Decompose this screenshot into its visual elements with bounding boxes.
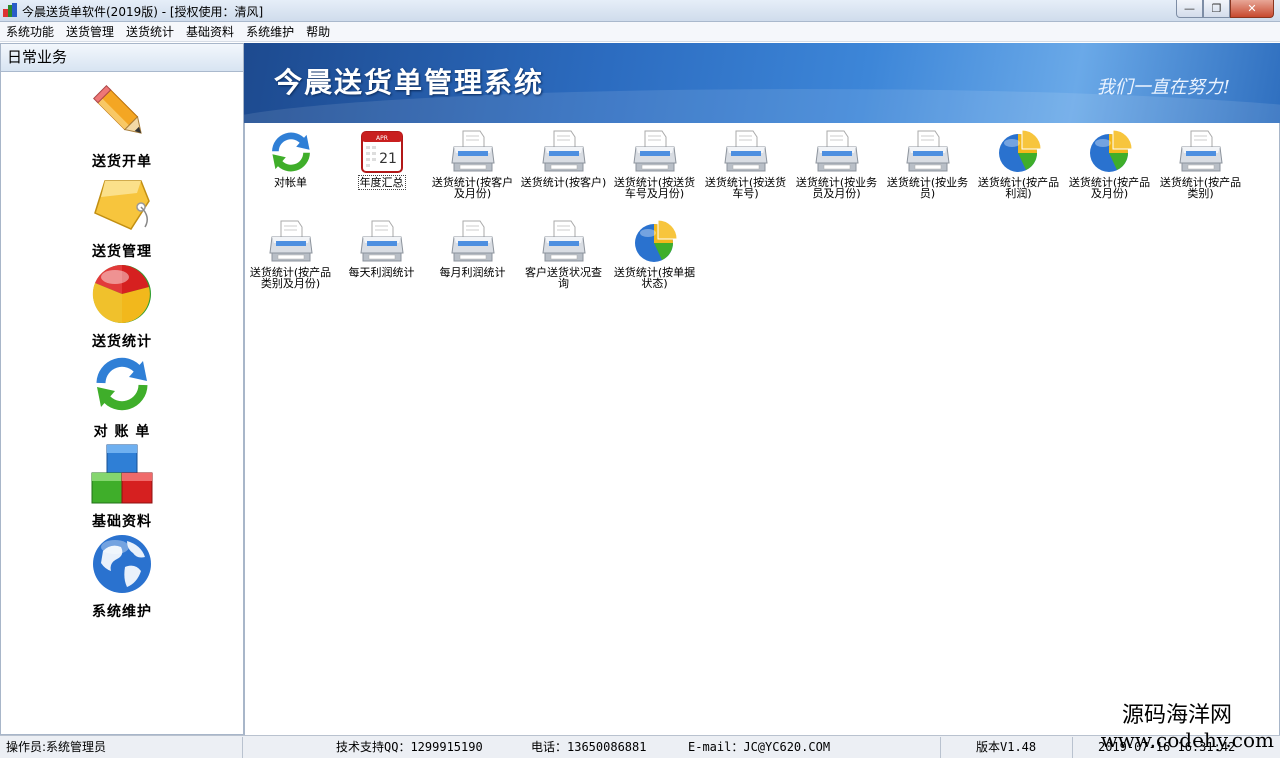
nav-item-label: 基础资料 bbox=[92, 514, 152, 530]
nav-item-label: 系统维护 bbox=[92, 604, 152, 620]
tile-label: 年度汇总 bbox=[338, 175, 425, 190]
printer-icon bbox=[723, 129, 769, 175]
maximize-button[interactable]: ❐ bbox=[1203, 0, 1230, 18]
refresh-icon bbox=[272, 132, 310, 172]
status-version: 版本V1.48 bbox=[976, 740, 1037, 754]
tile-label: 送货统计(按业务员及月份) bbox=[795, 176, 878, 200]
printer-icon bbox=[541, 219, 587, 265]
status-support-qq: 技术支持QQ：1299915190 bbox=[336, 740, 483, 754]
tile-label: 每月利润统计 bbox=[439, 266, 506, 279]
refresh-icon bbox=[96, 357, 148, 411]
tile-stats-customer[interactable]: 送货统计(按客户) bbox=[518, 125, 609, 211]
pie-ball-icon bbox=[92, 264, 151, 324]
printer-icon bbox=[905, 129, 951, 175]
watermark-name: 源码海洋网 bbox=[1121, 703, 1232, 728]
printer-icon bbox=[450, 129, 496, 175]
tile-annual-summary[interactable]: APR 21 年度汇总 bbox=[336, 125, 427, 211]
pie-chart-icon bbox=[996, 129, 1042, 175]
tile-label: 客户送货状况查询 bbox=[525, 266, 602, 290]
tile-stats-salesman[interactable]: 送货统计(按业务员) bbox=[882, 125, 973, 211]
tile-stats-customer-month[interactable]: 送货统计(按客户及月份) bbox=[427, 125, 518, 211]
tile-stats-vehicle[interactable]: 送货统计(按送货车号) bbox=[700, 125, 791, 211]
tile-label-text: 年度汇总 bbox=[357, 175, 406, 190]
nav-item-system-maintenance[interactable]: 系统维护 bbox=[1, 533, 243, 621]
pencil-icon bbox=[93, 85, 142, 134]
tile-stats-product-category[interactable]: 送货统计(按产品类别) bbox=[1155, 125, 1246, 211]
printer-icon bbox=[268, 219, 314, 265]
tile-label: 对帐单 bbox=[274, 176, 307, 189]
app-icon bbox=[3, 3, 17, 17]
menu-system-functions[interactable]: 系统功能 bbox=[0, 22, 60, 41]
printer-icon bbox=[632, 129, 678, 175]
tile-label: 送货统计(按产品利润) bbox=[977, 176, 1060, 200]
tile-stats-document-status[interactable]: 送货统计(按单据状态) bbox=[609, 215, 700, 301]
left-panel-header: 日常业务 bbox=[1, 44, 243, 72]
printer-icon bbox=[359, 219, 405, 265]
nav-item-delivery-statistics[interactable]: 送货统计 bbox=[1, 263, 243, 351]
tile-label: 送货统计(按单据状态) bbox=[613, 266, 696, 290]
tile-daily-profit[interactable]: 每天利润统计 bbox=[336, 215, 427, 301]
menu-bar: 系统功能 送货管理 送货统计 基础资料 系统维护 帮助 bbox=[0, 22, 1280, 42]
tile-label: 送货统计(按产品及月份) bbox=[1068, 176, 1151, 200]
minimize-button[interactable]: — bbox=[1176, 0, 1203, 18]
header-banner: 今晨送货单管理系统 我们一直在努力! bbox=[244, 43, 1280, 123]
nav-item-create-delivery[interactable]: 送货开单 bbox=[1, 83, 243, 171]
nav-item-basic-data[interactable]: 基础资料 bbox=[1, 443, 243, 531]
status-phone: 电话：13650086881 bbox=[531, 740, 647, 754]
window-controls: — ❐ ✕ bbox=[1176, 0, 1274, 18]
menu-delivery-management[interactable]: 送货管理 bbox=[60, 22, 120, 41]
tile-stats-vehicle-month[interactable]: 送货统计(按送货车号及月份) bbox=[609, 125, 700, 211]
printer-icon bbox=[450, 219, 496, 265]
tile-stats-product-profit[interactable]: 送货统计(按产品利润) bbox=[973, 125, 1064, 211]
tag-icon bbox=[94, 180, 150, 230]
tile-label: 送货统计(按客户及月份) bbox=[431, 176, 514, 200]
status-separator bbox=[940, 737, 941, 758]
tile-label: 送货统计(按客户) bbox=[520, 176, 607, 189]
nav-item-label: 送货开单 bbox=[92, 154, 152, 170]
tile-stats-category-month[interactable]: 送货统计(按产品类别及月份) bbox=[245, 215, 336, 301]
menu-help[interactable]: 帮助 bbox=[300, 22, 336, 41]
close-button[interactable]: ✕ bbox=[1230, 0, 1274, 18]
banner-slogan: 我们一直在努力! bbox=[1096, 77, 1230, 98]
menu-delivery-statistics[interactable]: 送货统计 bbox=[120, 22, 180, 41]
pie-chart-icon bbox=[632, 219, 678, 265]
globe-icon bbox=[93, 535, 151, 593]
function-tile-area: 对帐单 APR 21 年度汇总 送货统计(按客户及月份) 送货统计(按客户) 送… bbox=[244, 123, 1280, 735]
nav-item-statement[interactable]: 对 账 单 bbox=[1, 353, 243, 441]
status-email: E-mail：JC@YC620.COM bbox=[688, 740, 831, 754]
tile-statement[interactable]: 对帐单 bbox=[245, 125, 336, 211]
printer-icon bbox=[1178, 129, 1224, 175]
printer-icon bbox=[541, 129, 587, 175]
title-bar: 今晨送货单软件(2019版) - [授权使用：清风] — ❐ ✕ bbox=[0, 0, 1280, 22]
tile-monthly-profit[interactable]: 每月利润统计 bbox=[427, 215, 518, 301]
tile-label: 送货统计(按送货车号) bbox=[704, 176, 787, 200]
tile-label: 送货统计(按产品类别及月份) bbox=[249, 266, 332, 290]
tile-stats-salesman-month[interactable]: 送货统计(按业务员及月份) bbox=[791, 125, 882, 211]
pie-chart-icon bbox=[1087, 129, 1133, 175]
menu-basic-data[interactable]: 基础资料 bbox=[180, 22, 240, 41]
watermark-url: www.codehy.com bbox=[1100, 728, 1274, 752]
calendar-icon: APR 21 bbox=[361, 131, 403, 173]
calendar-day: 21 bbox=[379, 151, 397, 167]
menu-system-maintenance[interactable]: 系统维护 bbox=[240, 22, 300, 41]
tile-label: 送货统计(按产品类别) bbox=[1159, 176, 1242, 200]
printer-icon bbox=[814, 129, 860, 175]
left-nav-panel: 日常业务 送货开单 送货管理 送货统计 对 账 单 基础资料 系统维护 bbox=[0, 43, 244, 735]
tile-stats-product-month[interactable]: 送货统计(按产品及月份) bbox=[1064, 125, 1155, 211]
tile-label: 每天利润统计 bbox=[348, 266, 415, 279]
tile-label: 送货统计(按业务员) bbox=[886, 176, 969, 200]
nav-item-label: 对 账 单 bbox=[93, 424, 151, 440]
tile-customer-delivery-query[interactable]: 客户送货状况查询 bbox=[518, 215, 609, 301]
window-title: 今晨送货单软件(2019版) - [授权使用：清风] bbox=[22, 5, 264, 19]
watermark: 源码海洋网 www.codehy.com bbox=[1064, 703, 1274, 751]
status-separator bbox=[242, 737, 243, 758]
tile-label: 送货统计(按送货车号及月份) bbox=[613, 176, 696, 200]
banner-title: 今晨送货单管理系统 bbox=[274, 66, 545, 99]
nav-item-delivery-management[interactable]: 送货管理 bbox=[1, 173, 243, 261]
calendar-month: APR bbox=[376, 135, 388, 142]
blocks-icon bbox=[91, 444, 153, 504]
nav-item-label: 送货管理 bbox=[92, 244, 152, 260]
nav-item-label: 送货统计 bbox=[92, 334, 152, 350]
status-operator: 操作员:系统管理员 bbox=[6, 740, 107, 754]
